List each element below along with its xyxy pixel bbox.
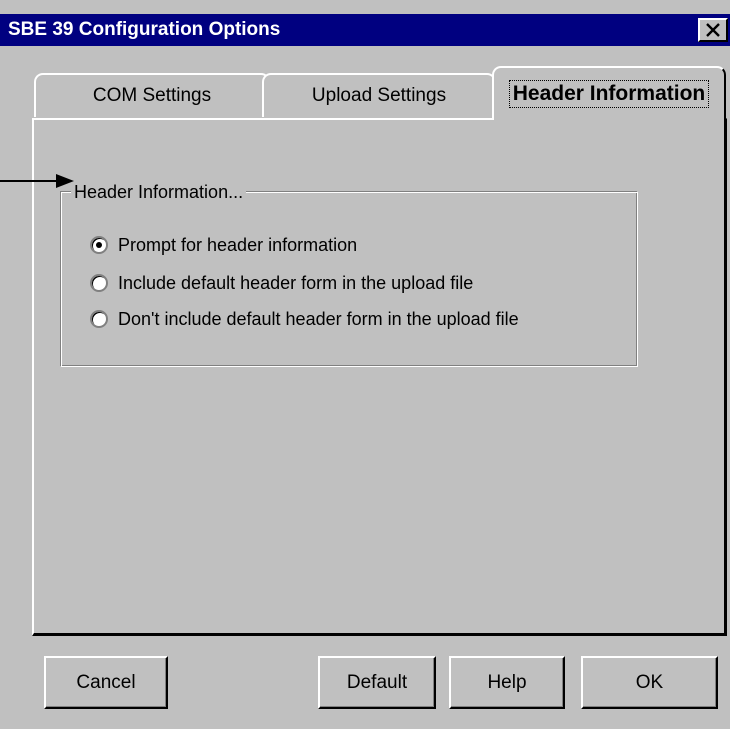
ok-button[interactable]: OK [581, 656, 718, 709]
right-arrow-icon [0, 174, 74, 188]
tab-label: Header Information [508, 80, 710, 108]
tab-upload-settings[interactable]: Upload Settings [262, 73, 496, 117]
tab-label: COM Settings [92, 85, 212, 106]
groupbox-label: Header Information... [71, 180, 247, 204]
radio-label: Include default header form in the uploa… [118, 272, 474, 293]
radio-prompt-header[interactable]: Prompt for header information [90, 232, 357, 258]
help-button[interactable]: Help [449, 656, 565, 709]
radio-button[interactable] [90, 274, 108, 292]
tab-header-information[interactable]: Header Information [492, 66, 726, 120]
default-button[interactable]: Default [318, 656, 436, 709]
dialog-window: SBE 39 Configuration Options COM Setting… [0, 0, 730, 729]
radio-label: Prompt for header information [118, 234, 358, 255]
tab-label: Upload Settings [311, 85, 447, 106]
window-title: SBE 39 Configuration Options [8, 19, 281, 40]
radio-button[interactable] [90, 236, 108, 254]
cancel-button[interactable]: Cancel [44, 656, 168, 709]
tab-com-settings[interactable]: COM Settings [34, 73, 270, 117]
close-button[interactable] [698, 18, 728, 42]
radio-include-default-header[interactable]: Include default header form in the uploa… [90, 270, 473, 296]
radio-exclude-default-header[interactable]: Don't include default header form in the… [90, 306, 519, 332]
radio-button[interactable] [90, 310, 108, 328]
radio-label: Don't include default header form in the… [118, 308, 519, 329]
title-bar: SBE 39 Configuration Options [0, 14, 730, 46]
radio-selected-dot [96, 242, 102, 248]
close-icon [706, 23, 720, 37]
